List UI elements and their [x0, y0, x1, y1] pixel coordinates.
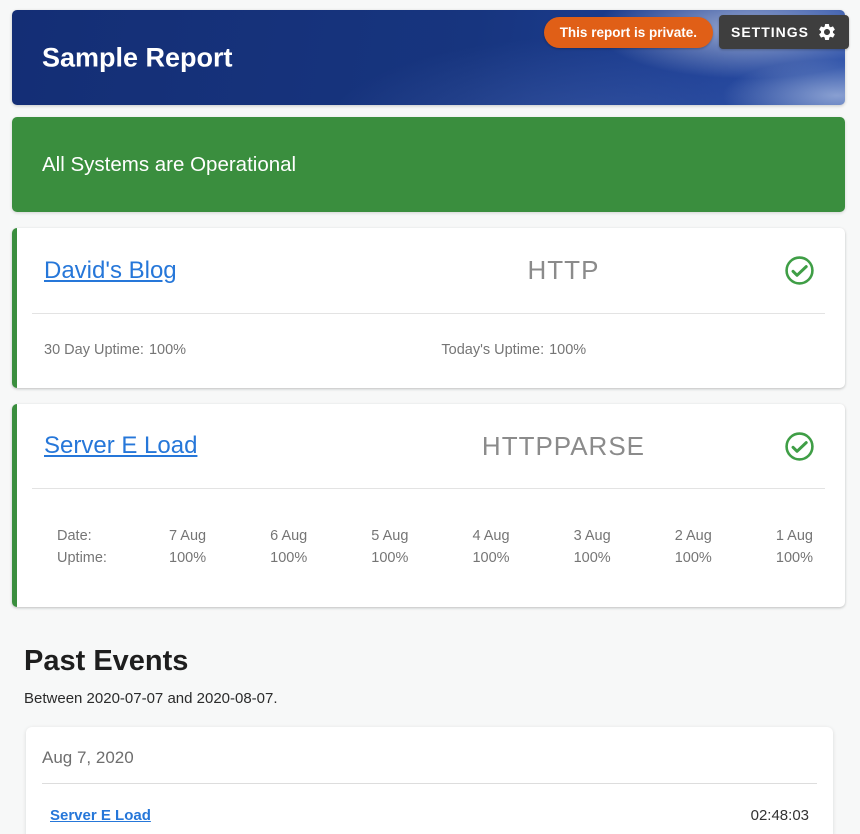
all-systems-banner: All Systems are Operational	[12, 117, 845, 212]
history-date: 4 Aug	[440, 525, 541, 547]
monitor-link-davids-blog[interactable]: David's Blog	[44, 257, 177, 285]
monitor-header: Server E Load HTTPPARSE	[17, 404, 845, 488]
monitor-protocol: HTTPPARSE	[482, 431, 645, 462]
monitor-card-davids-blog: David's Blog HTTP 30 Day Uptime:100% Tod…	[12, 228, 845, 388]
events-group-date: Aug 7, 2020	[42, 727, 817, 768]
monitor-card-server-e-load: Server E Load HTTPPARSE Date: 7 Aug 6 Au…	[12, 404, 845, 607]
private-report-badge: This report is private.	[544, 17, 713, 48]
check-circle-icon	[784, 431, 815, 462]
history-date: 5 Aug	[339, 525, 440, 547]
history-uptime: 100%	[137, 547, 238, 569]
monitor-link-server-e-load[interactable]: Server E Load	[44, 432, 197, 460]
history-date: 7 Aug	[137, 525, 238, 547]
history-date: 6 Aug	[238, 525, 339, 547]
history-date: 1 Aug	[744, 525, 845, 547]
history-uptime: 100%	[643, 547, 744, 569]
history-uptime: 100%	[339, 547, 440, 569]
settings-button-label: SETTINGS	[731, 24, 809, 40]
page-title: Sample Report	[42, 42, 233, 73]
uptime-today: Today's Uptime:100%	[441, 342, 586, 358]
event-link-server-e-load[interactable]: Server E Load	[50, 807, 151, 824]
report-header: Sample Report This report is private. SE…	[12, 10, 845, 105]
header-controls: This report is private. SETTINGS	[544, 15, 849, 49]
history-uptime-label: Uptime:	[57, 547, 137, 569]
uptime-history-table: Date: 7 Aug 6 Aug 5 Aug 4 Aug 3 Aug 2 Au…	[17, 489, 845, 569]
event-duration: 02:48:03	[751, 807, 809, 824]
past-events-range: Between 2020-07-07 and 2020-08-07.	[24, 690, 860, 707]
past-events-title: Past Events	[24, 645, 860, 678]
events-group-card: Aug 7, 2020 Server E Load 02:48:03	[26, 727, 833, 834]
all-systems-banner-text: All Systems are Operational	[42, 153, 296, 177]
gear-icon	[817, 22, 837, 42]
history-date: 3 Aug	[542, 525, 643, 547]
history-uptime: 100%	[440, 547, 541, 569]
monitor-protocol: HTTP	[528, 255, 600, 286]
history-uptime: 100%	[238, 547, 339, 569]
history-uptime: 100%	[542, 547, 643, 569]
history-date-label: Date:	[57, 525, 137, 547]
settings-button[interactable]: SETTINGS	[719, 15, 849, 49]
event-row: Server E Load 02:48:03	[42, 784, 817, 824]
uptime-30day: 30 Day Uptime:100%	[44, 342, 186, 358]
check-circle-icon	[784, 255, 815, 286]
history-date: 2 Aug	[643, 525, 744, 547]
monitor-stats: 30 Day Uptime:100% Today's Uptime:100%	[17, 314, 845, 358]
history-uptime: 100%	[744, 547, 845, 569]
monitor-header: David's Blog HTTP	[17, 228, 845, 313]
